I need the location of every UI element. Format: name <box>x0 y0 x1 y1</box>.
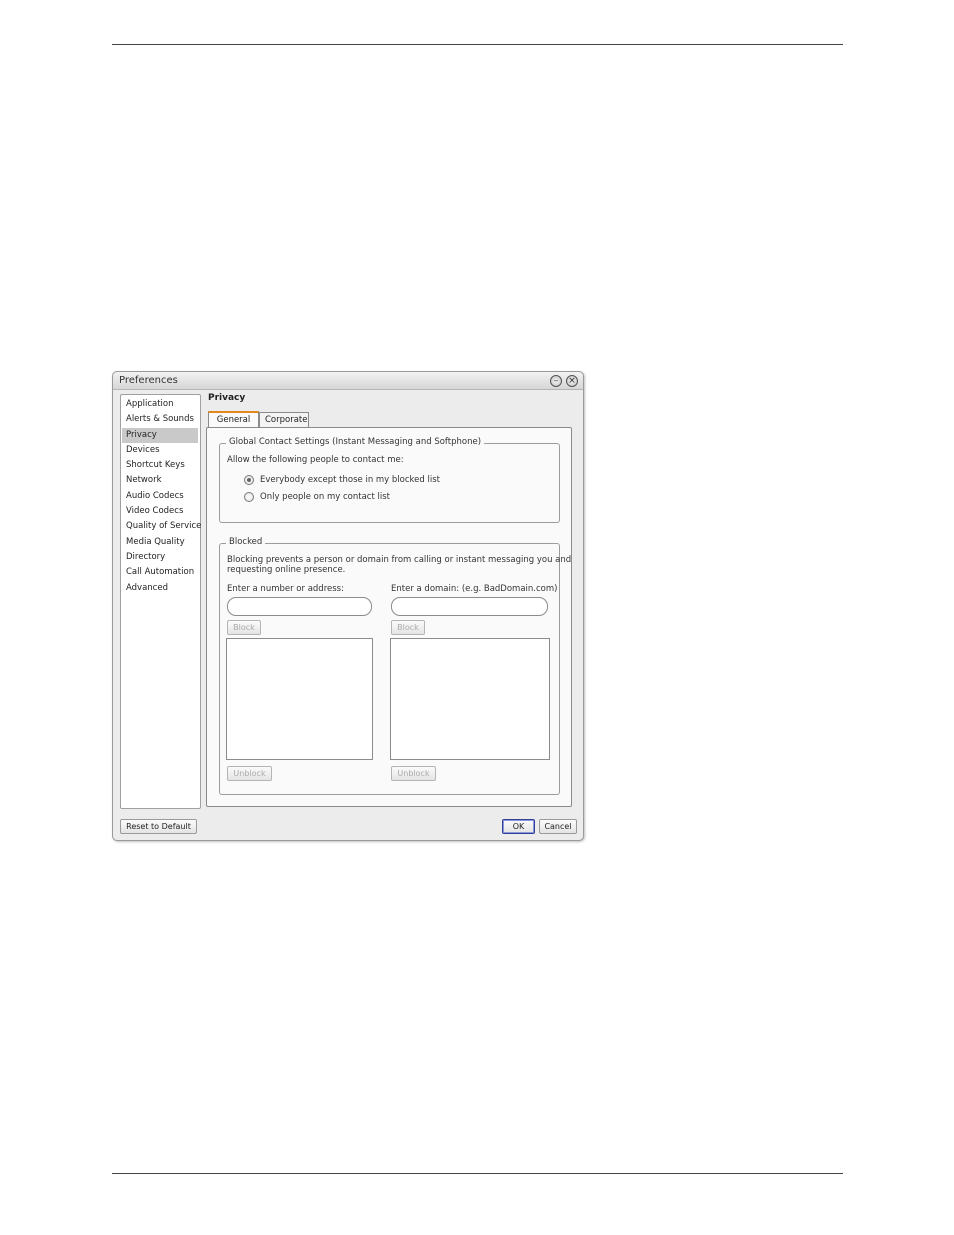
blocked-domains-list[interactable] <box>390 638 550 760</box>
sidebar-item-alerts-sounds[interactable]: Alerts & Sounds <box>122 412 198 427</box>
blocked-legend: Blocked <box>226 537 266 547</box>
sidebar-item-audio-codecs[interactable]: Audio Codecs <box>122 489 198 504</box>
sidebar-item-devices[interactable]: Devices <box>122 443 198 458</box>
sidebar-item-application[interactable]: Application <box>122 397 198 412</box>
radio-only-contact-list-label[interactable]: Only people on my contact list <box>260 492 390 502</box>
preferences-dialog: Preferences – × Application Alerts & Sou… <box>112 371 584 841</box>
tab-corporate[interactable]: Corporate <box>259 412 309 428</box>
address-input[interactable] <box>227 597 372 616</box>
blocked-description-line-1: Blocking prevents a person or domain fro… <box>227 555 572 565</box>
close-icon[interactable]: × <box>566 375 578 387</box>
window-title: Preferences <box>119 375 178 386</box>
tab-general[interactable]: General <box>208 411 259 427</box>
sidebar-item-shortcut-keys[interactable]: Shortcut Keys <box>122 458 198 473</box>
blocked-group: Blocked Blocking prevents a person or do… <box>219 537 571 795</box>
radio-everybody-except-blocked-label[interactable]: Everybody except those in my blocked lis… <box>260 475 440 485</box>
reset-to-default-button[interactable]: Reset to Default <box>120 819 197 834</box>
allow-contact-prompt: Allow the following people to contact me… <box>227 455 404 465</box>
sidebar-item-media-quality[interactable]: Media Quality <box>122 535 198 550</box>
unblock-domain-button[interactable]: Unblock <box>391 766 436 781</box>
section-title: Privacy <box>208 393 246 403</box>
tab-panel-general: Global Contact Settings (Instant Messagi… <box>206 427 572 807</box>
cancel-button[interactable]: Cancel <box>539 819 577 834</box>
sidebar-item-quality-of-service[interactable]: Quality of Service <box>122 519 201 534</box>
domain-input[interactable] <box>391 597 548 616</box>
global-contact-settings-group: Global Contact Settings (Instant Messagi… <box>219 437 560 523</box>
sidebar-item-call-automation[interactable]: Call Automation <box>122 565 198 580</box>
blocked-addresses-list[interactable] <box>226 638 373 760</box>
sidebar-item-privacy[interactable]: Privacy <box>122 427 198 443</box>
global-contact-settings-legend: Global Contact Settings (Instant Messagi… <box>226 437 485 447</box>
sidebar-item-directory[interactable]: Directory <box>122 550 198 565</box>
radio-only-contact-list[interactable] <box>244 492 254 502</box>
ok-button[interactable]: OK <box>502 819 535 834</box>
domain-label: Enter a domain: (e.g. BadDomain.com) <box>391 584 558 594</box>
radio-everybody-except-blocked[interactable] <box>244 475 254 485</box>
preferences-sidebar: Application Alerts & Sounds Privacy Devi… <box>120 394 201 809</box>
address-label: Enter a number or address: <box>227 584 344 594</box>
sidebar-item-network[interactable]: Network <box>122 473 198 488</box>
block-address-button[interactable]: Block <box>227 620 261 635</box>
sidebar-item-advanced[interactable]: Advanced <box>122 581 198 596</box>
page-footer-rule <box>112 1173 843 1174</box>
title-bar[interactable]: Preferences – × <box>113 372 583 390</box>
sidebar-item-video-codecs[interactable]: Video Codecs <box>122 504 198 519</box>
blocked-description-line-2: requesting online presence. <box>227 565 346 575</box>
page-header-rule <box>112 44 843 45</box>
minimize-icon[interactable]: – <box>550 375 562 387</box>
block-domain-button[interactable]: Block <box>391 620 425 635</box>
unblock-address-button[interactable]: Unblock <box>227 766 272 781</box>
